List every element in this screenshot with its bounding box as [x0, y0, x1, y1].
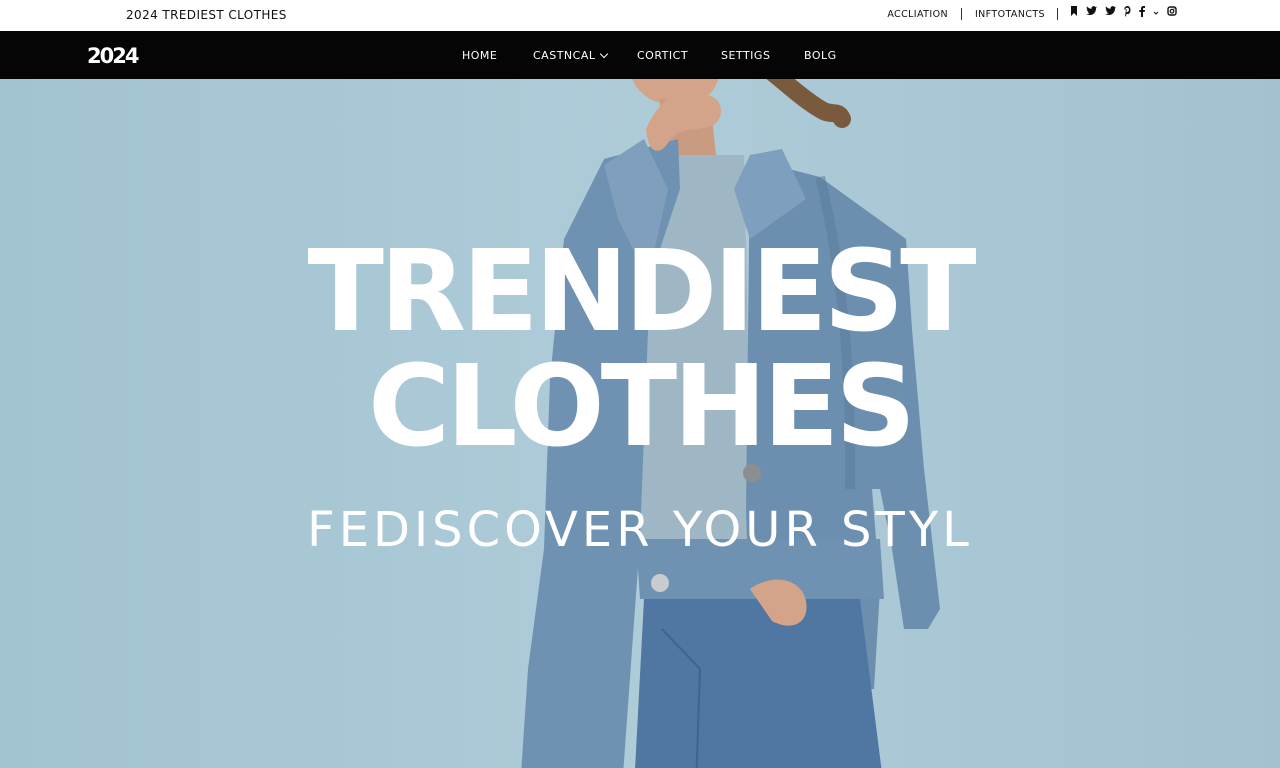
social-icons: [1070, 5, 1177, 23]
chevron-down-icon: [600, 49, 609, 59]
hero-banner: TRENDIEST CLOTHES FEDISCOVER YOUR STYL: [0, 79, 1280, 768]
chevron-down-icon[interactable]: [1153, 6, 1159, 22]
top-link-infotancts[interactable]: INFTOTANCTS: [975, 9, 1045, 20]
bookmark-icon[interactable]: [1070, 6, 1078, 22]
hero-headline-line2: CLOTHES: [367, 342, 916, 472]
hero-headline-line1: TRENDIEST: [307, 227, 976, 357]
top-link-acclimation[interactable]: ACCLIATION: [887, 9, 948, 20]
top-links: ACCLIATION INFTOTANCTS: [887, 5, 1177, 23]
divider: [1057, 8, 1058, 20]
nav-bolg-label: BOLG: [804, 49, 837, 62]
top-bar: 2024 TREDIEST CLOTHES ACCLIATION INFTOTA…: [0, 0, 1280, 31]
nav-castncal[interactable]: CASTNCAL: [533, 49, 609, 62]
nav-home-label: HOME: [462, 49, 498, 62]
twitter-icon[interactable]: [1086, 6, 1097, 22]
nav-settigs-label: SETTIGS: [721, 49, 771, 62]
pinterest-icon[interactable]: [1124, 5, 1131, 23]
nav-castncal-label: CASTNCAL: [533, 49, 596, 62]
main-navbar: 2024 HOME CASTNCAL CORTICT SETTIGS BOLG: [0, 31, 1280, 79]
hero-tagline: FEDISCOVER YOUR STYL: [307, 502, 973, 558]
main-nav: HOME CASTNCAL CORTICT SETTIGS BOLG: [0, 31, 1280, 79]
nav-cortict[interactable]: CORTICT: [637, 49, 688, 62]
nav-settigs[interactable]: SETTIGS: [721, 49, 770, 62]
twitter-icon[interactable]: [1105, 6, 1116, 22]
nav-cortict-label: CORTICT: [637, 49, 689, 62]
facebook-icon[interactable]: [1139, 5, 1145, 23]
instagram-icon[interactable]: [1167, 6, 1177, 22]
nav-bolg[interactable]: BOLG: [804, 49, 837, 62]
nav-home[interactable]: HOME: [462, 49, 497, 62]
divider: [960, 8, 962, 20]
site-title: 2024 TREDIEST CLOTHES: [126, 8, 287, 22]
